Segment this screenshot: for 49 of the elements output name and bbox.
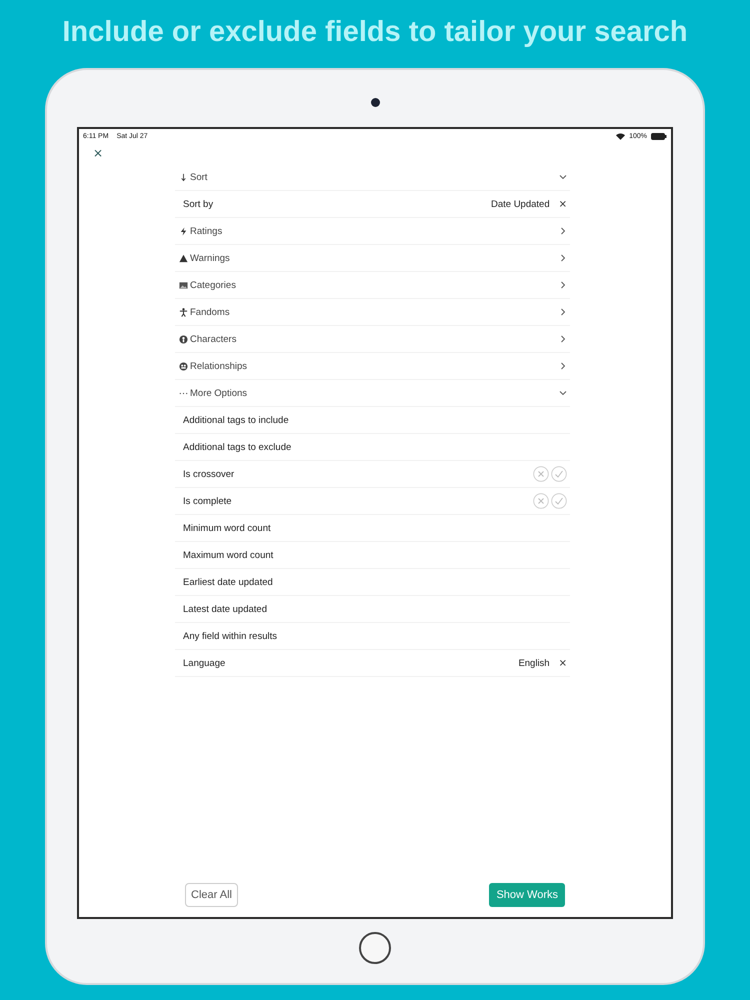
exclude-toggle-icon[interactable]	[533, 493, 549, 509]
include-toggle-icon[interactable]	[551, 466, 567, 482]
field-label: Is crossover	[183, 468, 234, 480]
section-header[interactable]: Sort	[190, 172, 208, 182]
lightning-icon	[179, 226, 188, 236]
down-arrow-icon	[179, 172, 188, 182]
chevron-right-icon[interactable]	[559, 227, 567, 235]
clear-all-button[interactable]: Clear All	[185, 883, 238, 907]
warning-icon	[179, 254, 188, 262]
home-button[interactable]	[359, 932, 391, 964]
section-header[interactable]: Characters	[190, 334, 236, 344]
wifi-icon	[616, 132, 626, 140]
field-label: Is complete	[183, 496, 232, 506]
field-label[interactable]: Additional tags to exclude	[183, 442, 292, 452]
chevron-right-icon[interactable]	[559, 254, 567, 262]
include-toggle-icon[interactable]	[551, 493, 567, 509]
chevron-right-icon[interactable]	[559, 281, 567, 289]
image-icon	[179, 280, 188, 290]
camera-icon	[370, 98, 380, 107]
chevron-down-icon[interactable]	[559, 389, 567, 397]
section-header[interactable]: Ratings	[190, 226, 222, 236]
chevron-right-icon[interactable]	[559, 362, 567, 370]
person-icon	[179, 308, 188, 316]
clear-button[interactable]: ×	[558, 658, 567, 668]
field-label[interactable]: Any field within results	[183, 630, 277, 642]
section-header[interactable]: Fandoms	[190, 306, 230, 318]
clear-button[interactable]: ×	[558, 198, 567, 210]
chevron-down-icon[interactable]	[559, 173, 567, 181]
field-label[interactable]: Additional tags to include	[183, 414, 289, 426]
battery-icon	[651, 132, 667, 140]
field-label[interactable]: Language	[183, 658, 226, 668]
section-header[interactable]: Relationships	[190, 360, 248, 372]
chevron-right-icon[interactable]	[559, 335, 567, 343]
field-label[interactable]: Maximum word count	[183, 550, 274, 560]
field-label[interactable]: Minimum word count	[183, 522, 271, 534]
section-header[interactable]: Categories	[190, 280, 236, 290]
group-icon	[179, 362, 188, 370]
field-label[interactable]: Latest date updated	[183, 604, 267, 614]
character-icon	[179, 334, 188, 344]
field-label[interactable]: Earliest date updated	[183, 576, 273, 588]
section-header[interactable]: Warnings	[190, 252, 230, 264]
exclude-toggle-icon[interactable]	[533, 466, 549, 482]
headline: Include or exclude fields to tailor your search	[61, 15, 689, 50]
field-label[interactable]: Sort by	[183, 198, 214, 210]
section-header[interactable]: More Options	[190, 388, 248, 398]
close-button[interactable]: ×	[93, 146, 104, 160]
field-value: English	[518, 658, 550, 668]
field-value: Date Updated	[490, 198, 550, 210]
chevron-right-icon[interactable]	[559, 308, 567, 316]
